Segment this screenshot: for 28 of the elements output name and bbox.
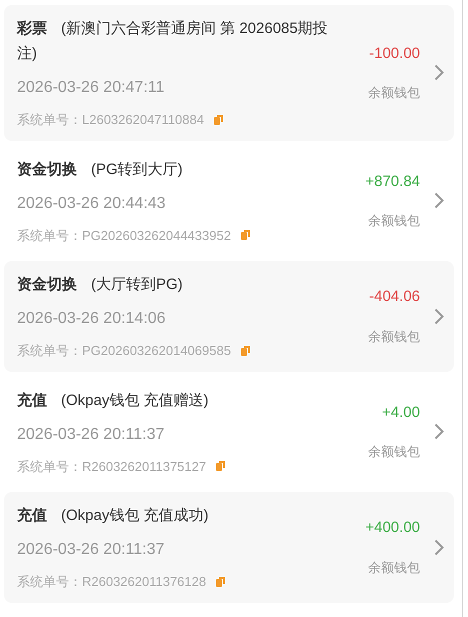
order-number: 系统单号：PG202603262014069585 <box>17 342 231 360</box>
record-time: 2026-03-26 20:47:11 <box>17 78 166 98</box>
wallet-label: 余额钱包 <box>368 84 420 102</box>
wallet-label: 余额钱包 <box>368 328 420 346</box>
wallet-label: 余额钱包 <box>368 558 420 577</box>
record-title: 充值 (Okpay钱包 充值赠送) <box>17 390 210 410</box>
record-time: 2026-03-26 20:44:43 <box>17 194 167 214</box>
order-number: 系统单号：L2603262047110884 <box>17 111 204 129</box>
record-card[interactable]: 彩票 (新澳门六合彩普通房间 第 2026085期投注) 2026-03-26 20:47:11 系统单号：L2603262047110884 -100.00 余额钱包 <box>4 5 454 140</box>
order-number: 系统单号：PG202603262044433952 <box>17 226 231 244</box>
order-number: 系统单号：R2603262011375127 <box>17 458 206 476</box>
record-title: 彩票 (新澳门六合彩普通房间 第 2026085期投注) <box>17 19 329 64</box>
record-title: 充值 (Okpay钱包 充值成功) <box>17 506 210 526</box>
amount: -404.06 <box>369 287 420 308</box>
amount: -100.00 <box>369 44 420 64</box>
record-title: 资金切换 (大厅转到PG) <box>17 275 184 295</box>
order-number: 系统单号：R2603262011376128 <box>17 573 206 591</box>
amount: +4.00 <box>382 402 420 423</box>
record-title: 资金切换 (PG转到大厅) <box>17 160 184 180</box>
amount: +400.00 <box>365 518 420 538</box>
wallet-label: 余额钱包 <box>368 443 420 462</box>
amount: +870.84 <box>365 172 420 192</box>
record-card[interactable]: 充值 (Okpay钱包 充值成功) 2026-03-26 20:11:37 系统单号：R2603262011376128 +400.00 余额钱包 <box>4 492 454 602</box>
record-time: 2026-03-26 20:14:06 <box>17 309 167 329</box>
wallet-label: 余额钱包 <box>368 212 420 230</box>
record-time: 2026-03-26 20:11:37 <box>17 540 166 560</box>
record-card[interactable]: 资金切换 (大厅转到PG) 2026-03-26 20:14:06 系统单号：PG202603262014069585 -404.06 余额钱包 <box>4 261 454 372</box>
record-time: 2026-03-26 20:11:37 <box>17 424 166 444</box>
